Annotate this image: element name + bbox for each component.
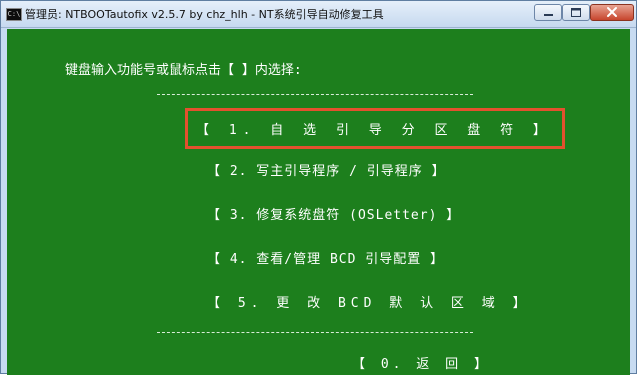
close-icon	[607, 7, 617, 17]
minimize-icon	[544, 14, 553, 16]
window-title: 管理员: NTBOOTautofix v2.5.7 by chz_hlh - N…	[25, 8, 384, 21]
bottom-divider	[157, 332, 473, 333]
selection-prompt: 键盘输入功能号或鼠标点击【 】内选择:	[65, 63, 302, 78]
console-app-icon[interactable]: C:\	[6, 8, 22, 21]
maximize-button[interactable]	[562, 4, 590, 21]
console-window: C:\ 管理员: NTBOOTautofix v2.5.7 by chz_hlh…	[0, 0, 637, 375]
console-area: 键盘输入功能号或鼠标点击【 】内选择: 【 1. 自 选 引 导 分 区 盘 符…	[7, 29, 630, 375]
menu-item-select-boot-partition[interactable]: 【 1. 自 选 引 导 分 区 盘 符 】	[185, 108, 565, 149]
close-button[interactable]	[590, 4, 634, 21]
menu-item-manage-bcd[interactable]: 【 4. 查看/管理 BCD 引导配置 】	[207, 248, 444, 267]
menu-item-write-boot-program[interactable]: 【 2. 写主引导程序 / 引导程序 】	[207, 160, 446, 179]
menu-item-fix-os-letter[interactable]: 【 3. 修复系统盘符 (OSLetter) 】	[207, 204, 460, 223]
top-divider	[157, 94, 473, 95]
title-bar[interactable]: C:\ 管理员: NTBOOTautofix v2.5.7 by chz_hlh…	[1, 1, 636, 28]
minimize-button[interactable]	[534, 4, 562, 21]
maximize-icon	[571, 8, 581, 17]
menu-item-back[interactable]: 【 0. 返 回 】	[352, 353, 491, 372]
menu-item-change-bcd-default[interactable]: 【 5. 更 改 BCD 默 认 区 域 】	[207, 292, 531, 311]
